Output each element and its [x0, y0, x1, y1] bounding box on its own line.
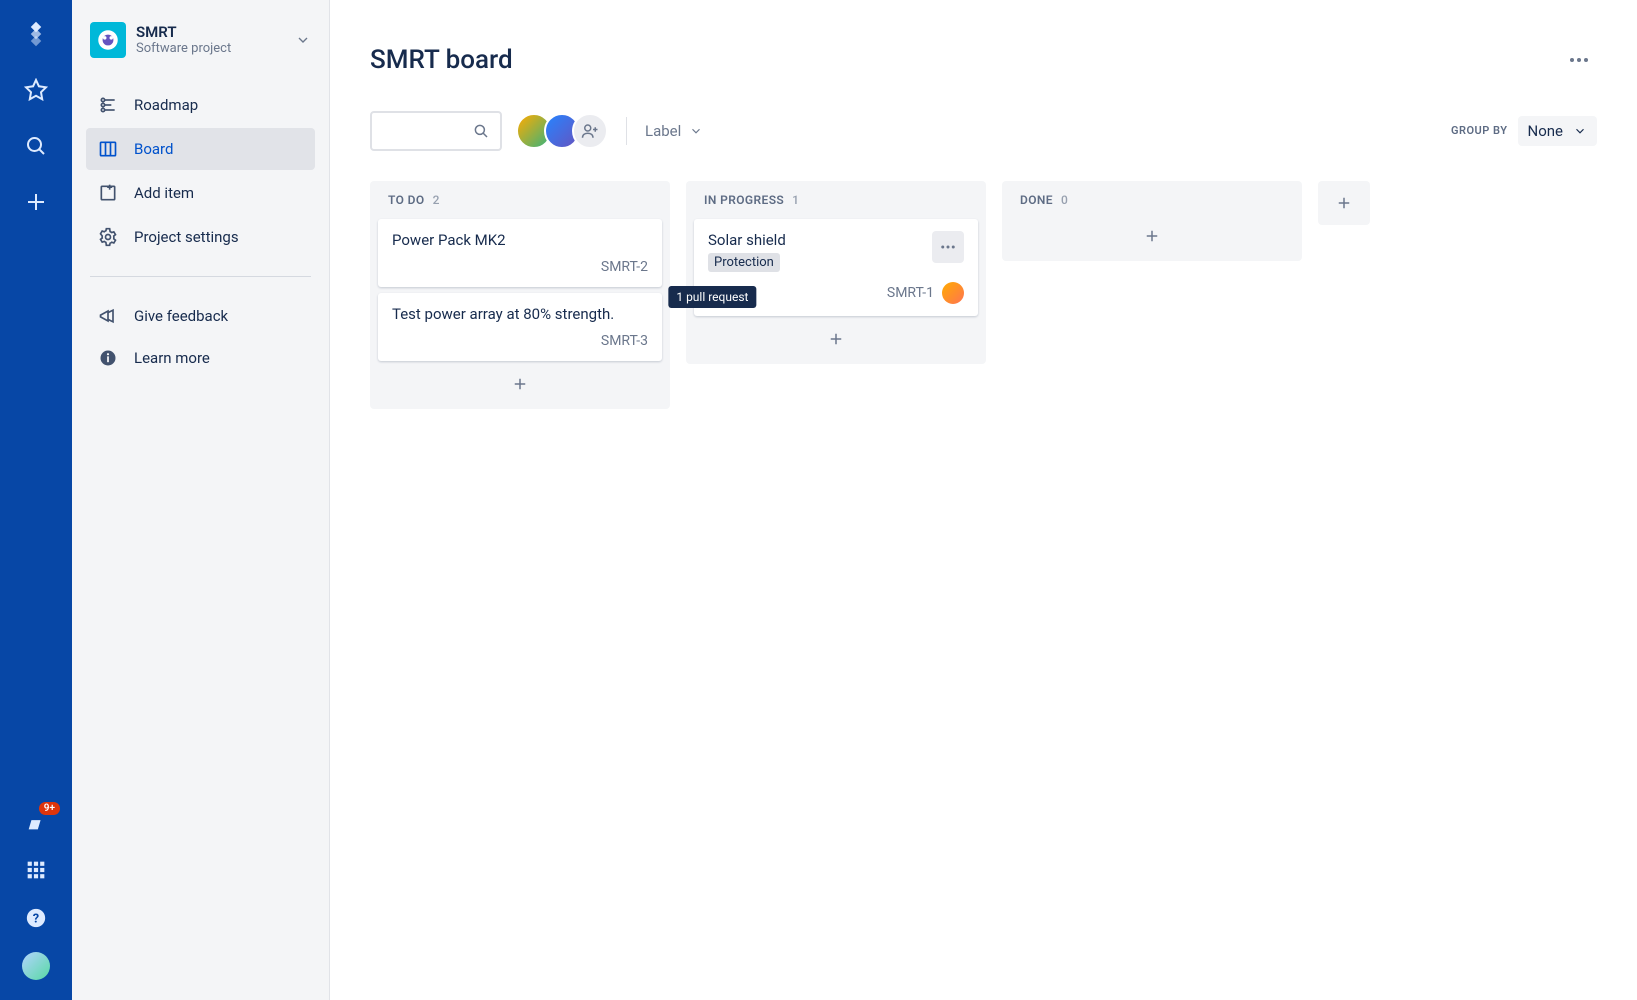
add-card-button[interactable] [694, 322, 978, 356]
tooltip: 1 pull request [668, 286, 756, 308]
help-icon[interactable]: ? [22, 904, 50, 932]
sidebar-item-add-item[interactable]: Add item [86, 172, 315, 214]
sidebar-item-label: Project settings [134, 228, 239, 246]
board-icon [98, 139, 118, 159]
search-icon [472, 122, 490, 140]
sidebar-item-label: Learn more [134, 349, 210, 367]
star-icon[interactable] [22, 76, 50, 104]
svg-text:?: ? [33, 912, 39, 927]
kanban-board: TO DO 2 Power Pack MK2 SMRT-2 Test power… [370, 181, 1597, 409]
chevron-down-icon[interactable] [295, 32, 311, 48]
label-filter[interactable]: Label [645, 122, 703, 140]
card-title: Solar shield [708, 231, 786, 249]
megaphone-icon [98, 306, 118, 326]
main-content: SMRT board Label GROUP BY None [330, 0, 1637, 1000]
sidebar-item-label: Board [134, 140, 173, 158]
card-key: SMRT-2 [601, 259, 648, 275]
column-done: DONE 0 [1002, 181, 1302, 261]
roadmap-icon [98, 95, 118, 115]
group-by-select[interactable]: None [1518, 116, 1598, 146]
sidebar-item-board[interactable]: Board [86, 128, 315, 170]
project-type: Software project [136, 41, 231, 56]
card-key: SMRT-3 [601, 333, 648, 349]
notification-badge: 9+ [39, 802, 60, 815]
assignee-avatar[interactable] [942, 282, 964, 304]
project-avatar-icon [90, 22, 126, 58]
card-label-tag: Protection [708, 253, 780, 272]
board-title: SMRT board [370, 45, 513, 75]
add-item-icon [98, 183, 118, 203]
column-in-progress: IN PROGRESS 1 Solar shield Protection [686, 181, 986, 364]
card[interactable]: Solar shield Protection 1 pull request [694, 219, 978, 316]
chevron-down-icon [1573, 124, 1587, 138]
add-card-button[interactable] [378, 367, 662, 401]
sidebar-item-label: Give feedback [134, 307, 228, 325]
column-count: 2 [433, 193, 440, 207]
column-todo: TO DO 2 Power Pack MK2 SMRT-2 Test power… [370, 181, 670, 409]
column-name: TO DO [388, 193, 425, 207]
column-name: DONE [1020, 193, 1053, 207]
sidebar-item-feedback[interactable]: Give feedback [86, 295, 315, 337]
column-count: 1 [792, 193, 799, 207]
sidebar-item-roadmap[interactable]: Roadmap [86, 84, 315, 126]
user-avatar[interactable] [22, 952, 50, 980]
chevron-down-icon [689, 124, 703, 138]
group-by-label: GROUP BY [1451, 124, 1508, 137]
sidebar-item-label: Add item [134, 184, 194, 202]
card-more-button[interactable] [932, 231, 964, 263]
card-key: SMRT-1 [887, 285, 934, 301]
add-card-button[interactable] [1010, 219, 1294, 253]
sidebar-item-label: Roadmap [134, 96, 198, 114]
card[interactable]: Test power array at 80% strength. SMRT-3 [378, 293, 662, 361]
column-name: IN PROGRESS [704, 193, 784, 207]
plus-icon[interactable] [22, 188, 50, 216]
card[interactable]: Power Pack MK2 SMRT-2 [378, 219, 662, 287]
gear-icon [98, 227, 118, 247]
board-more-button[interactable] [1561, 42, 1597, 78]
project-sidebar: SMRT Software project Roadmap Board Add … [72, 0, 330, 1000]
group-by-value: None [1528, 122, 1564, 140]
info-icon [98, 348, 118, 368]
sidebar-divider [90, 276, 311, 277]
jira-logo-icon[interactable] [22, 20, 50, 48]
label-filter-text: Label [645, 122, 681, 140]
assignee-filter [516, 113, 608, 149]
apps-icon[interactable] [22, 856, 50, 884]
add-people-button[interactable] [572, 113, 608, 149]
project-name: SMRT [136, 24, 231, 41]
separator [626, 117, 627, 145]
card-title: Power Pack MK2 [392, 231, 648, 249]
project-header[interactable]: SMRT Software project [86, 22, 315, 58]
sidebar-item-learn-more[interactable]: Learn more [86, 337, 315, 379]
sidebar-item-settings[interactable]: Project settings [86, 216, 315, 258]
search-icon[interactable] [22, 132, 50, 160]
board-search-input[interactable] [370, 111, 502, 151]
column-count: 0 [1061, 193, 1068, 207]
global-nav: 9+ ? [0, 0, 72, 1000]
add-column-button[interactable] [1318, 181, 1370, 225]
notifications-icon[interactable]: 9+ [22, 808, 50, 836]
card-title: Test power array at 80% strength. [392, 305, 648, 323]
